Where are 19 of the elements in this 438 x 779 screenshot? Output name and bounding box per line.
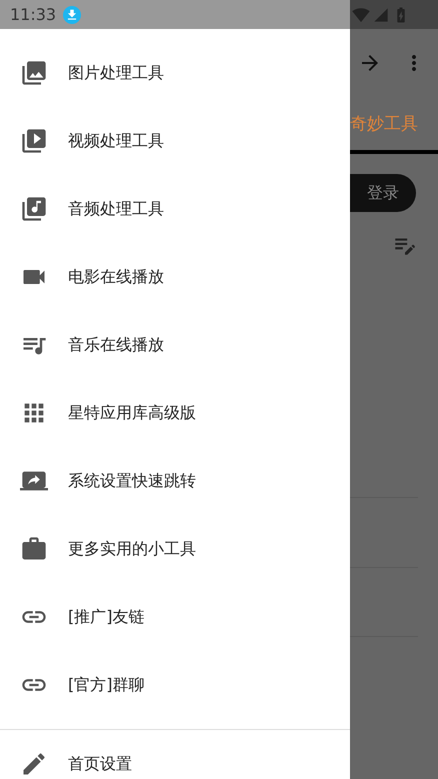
drawer-item[interactable]: 音频处理工具	[0, 175, 350, 243]
drawer-item[interactable]: [官方]群聊	[0, 651, 350, 719]
drawer-item[interactable]: 图片处理工具	[0, 39, 350, 107]
music-library-icon	[20, 195, 48, 223]
download-icon	[63, 6, 82, 24]
signal-icon	[373, 6, 389, 22]
video-library-icon	[20, 127, 48, 155]
drawer-item[interactable]: 更多实用的小工具	[0, 515, 350, 583]
drawer-item[interactable]: 音乐在线播放	[0, 311, 350, 379]
drawer-item[interactable]: 电影在线播放	[0, 243, 350, 311]
status-time: 11:33	[10, 5, 56, 24]
drawer-item[interactable]: 首页设置	[0, 730, 350, 779]
drawer-item[interactable]: 系统设置快速跳转	[0, 447, 350, 515]
wifi-icon	[352, 6, 370, 24]
drawer-item[interactable]: 星特应用库高级版	[0, 379, 350, 447]
drawer-item[interactable]: 视频处理工具	[0, 107, 350, 175]
login-button[interactable]: 登录	[350, 174, 416, 212]
photo-library-icon	[20, 59, 48, 87]
drawer-item[interactable]: [推广]友链	[0, 583, 350, 651]
